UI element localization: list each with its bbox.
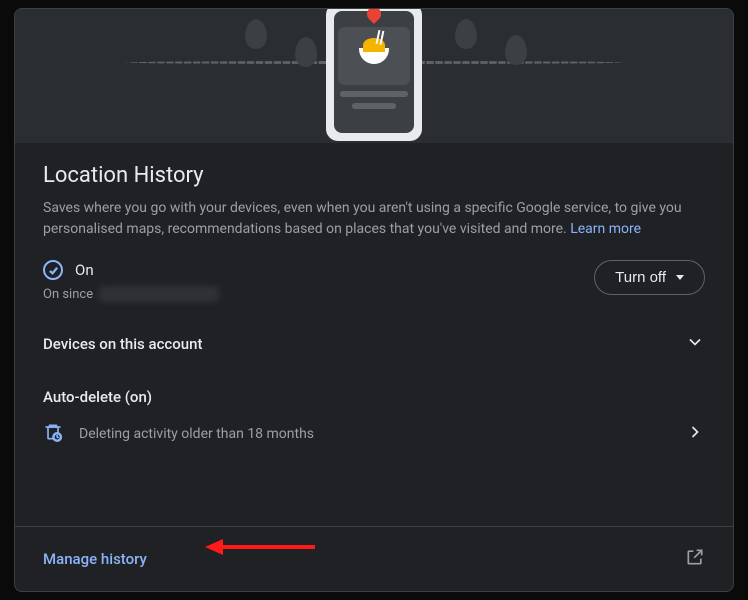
status-on-icon [43, 260, 63, 280]
chevron-down-icon [685, 332, 705, 356]
section-description: Saves where you go with your devices, ev… [43, 198, 705, 240]
caret-down-icon [676, 275, 684, 280]
section-heading: Location History [43, 163, 705, 188]
learn-more-link[interactable]: Learn more [570, 221, 641, 237]
map-pin-icon [364, 9, 384, 24]
status-state-label: On [75, 261, 94, 279]
status-since-date-redacted [99, 286, 219, 302]
auto-delete-row[interactable]: Deleting activity older than 18 months [43, 422, 705, 446]
open-external-icon[interactable] [685, 547, 705, 571]
auto-delete-trash-icon [43, 422, 63, 446]
auto-delete-title: Auto-delete (on) [43, 388, 705, 406]
chevron-right-icon [685, 422, 705, 446]
auto-delete-detail: Deleting activity older than 18 months [79, 426, 314, 442]
turn-off-button[interactable]: Turn off [594, 260, 705, 295]
status-since-prefix: On since [43, 287, 93, 302]
manage-history-link[interactable]: Manage history [43, 550, 147, 568]
location-history-card: Location History Saves where you go with… [14, 8, 734, 592]
hero-illustration [15, 9, 733, 143]
devices-accordion[interactable]: Devices on this account [43, 332, 705, 356]
